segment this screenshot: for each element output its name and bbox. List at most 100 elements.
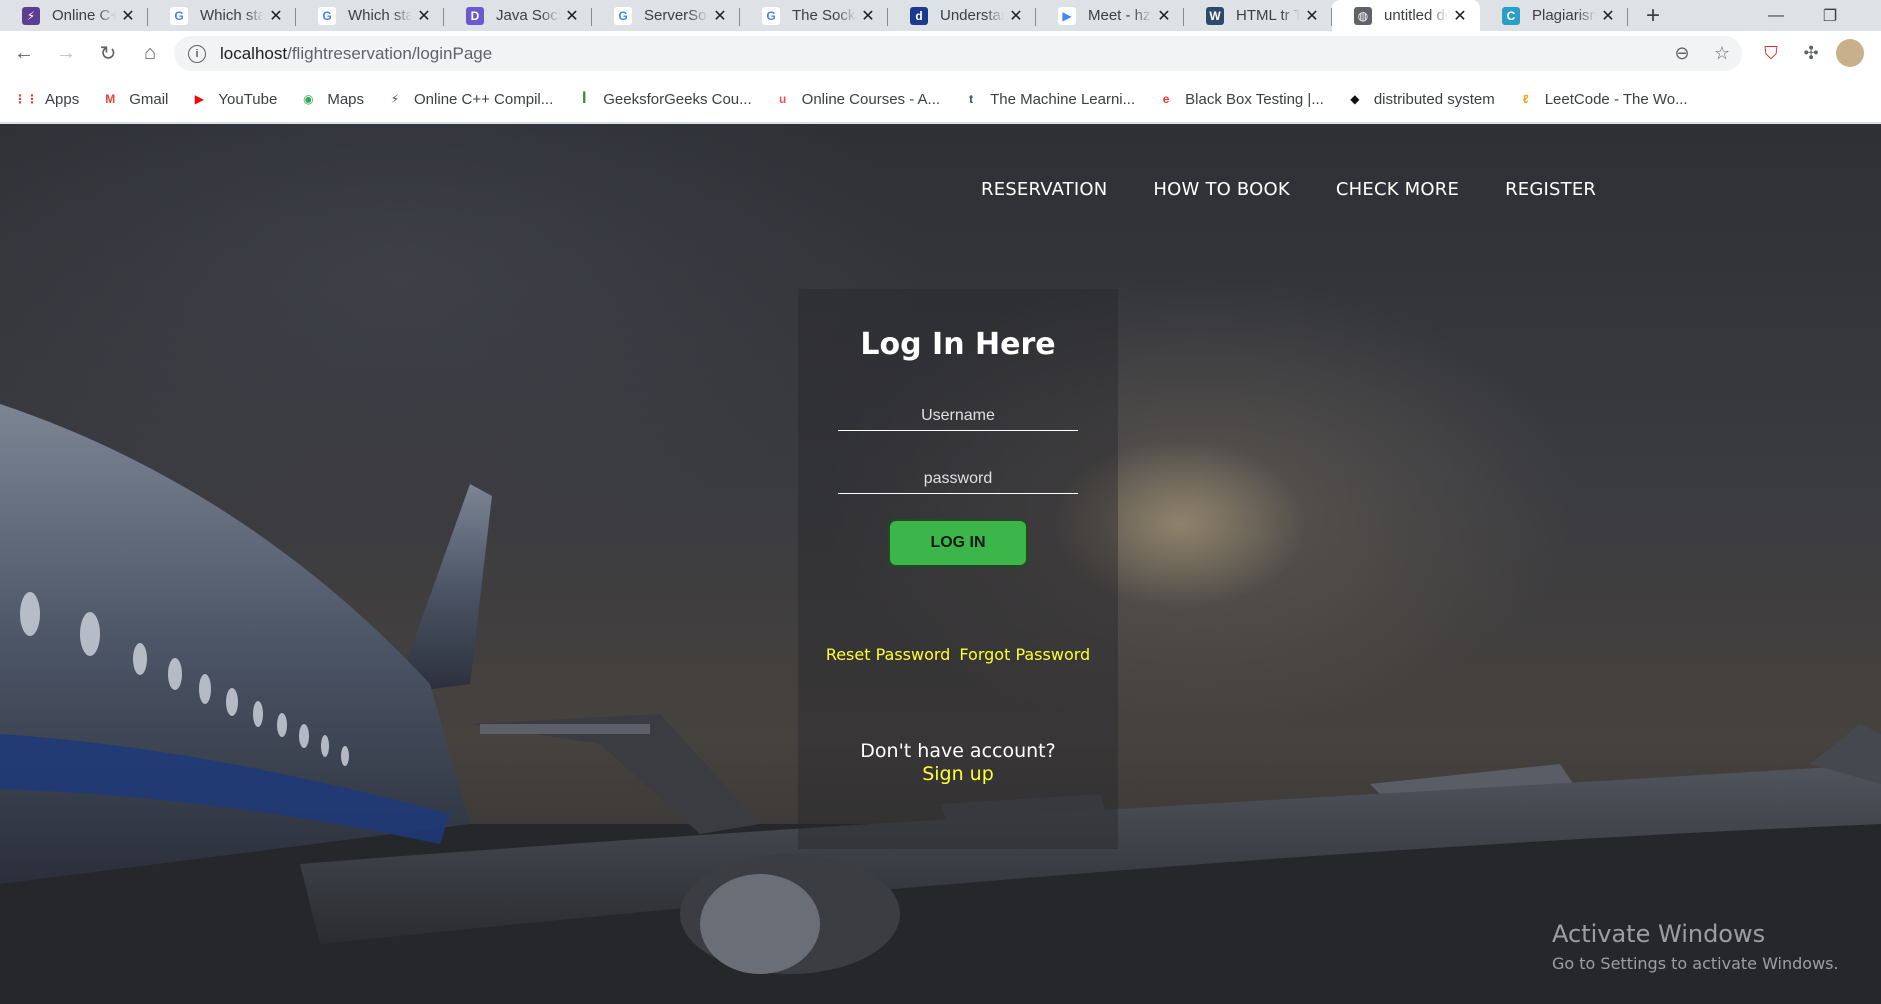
tab-close-icon[interactable]: ✕: [1304, 6, 1320, 26]
nav-how-to-book[interactable]: HOW TO BOOK: [1153, 179, 1289, 200]
tab-favicon-icon: ▶: [1058, 6, 1076, 25]
bookmark-label: The Machine Learni...: [990, 90, 1136, 108]
tab-close-icon[interactable]: ✕: [1452, 6, 1468, 26]
back-arrow-icon[interactable]: ←: [6, 36, 42, 72]
tab-strip: ⚡Online C++ Compiler✕GWhich statement✕GW…: [0, 0, 1881, 31]
bookmarks-bar: ⋮⋮ Apps M Gmail ▶ YouTube ◉ Maps ⚡ Online C++ Com…: [0, 76, 1881, 123]
bookmark-item[interactable]: ⋮⋮ Apps: [14, 90, 80, 108]
bookmark-star-icon[interactable]: ☆: [1702, 43, 1742, 64]
bookmark-item[interactable]: ꟾ GeeksforGeeks Cou...: [575, 90, 752, 108]
tab-close-icon[interactable]: ✕: [712, 6, 728, 26]
tab-title: Java Socket: [496, 7, 560, 24]
code-icon: ◆: [1350, 92, 1360, 106]
page-content: RESERVATION HOW TO BOOK CHECK MORE REGIS…: [0, 124, 1881, 1004]
sign-up-link[interactable]: Sign up: [922, 763, 994, 785]
browser-tab[interactable]: G Which statement✕: [296, 0, 444, 31]
tab-favicon-icon: G: [170, 6, 188, 25]
new-tab-plus-icon[interactable]: +: [1636, 0, 1670, 31]
tab-close-icon[interactable]: ✕: [1008, 6, 1024, 26]
address-bar[interactable]: i localhost/flightreservation/loginPage …: [174, 36, 1742, 71]
bookmark-label: GeeksforGeeks Cou...: [603, 90, 752, 108]
bookmark-label: Black Box Testing |...: [1185, 90, 1324, 108]
reload-icon[interactable]: ↻: [90, 36, 126, 72]
tab-title: Meet - hzy: [1088, 7, 1152, 24]
watermark-subtitle: Go to Settings to activate Windows.: [1552, 954, 1839, 973]
gfg-icon: ꟾ: [582, 92, 587, 106]
nav-check-more[interactable]: CHECK MORE: [1336, 179, 1459, 200]
bookmark-label: distributed system: [1373, 90, 1495, 108]
bookmark-item[interactable]: ⚡ Online C++ Compil...: [386, 90, 553, 108]
tab-close-icon[interactable]: ✕: [1156, 6, 1172, 26]
bookmark-item[interactable]: ◆ distributed system: [1346, 90, 1495, 108]
tab-favicon-icon: G: [762, 6, 780, 25]
leetcode-icon: ℓ: [1522, 92, 1529, 106]
apps-grid-icon: ⋮⋮: [14, 92, 38, 106]
extension-shield-icon[interactable]: ⛉: [1757, 39, 1785, 67]
tab-favicon-icon: C: [1502, 6, 1520, 25]
site-info-icon[interactable]: i: [188, 44, 206, 63]
bookmark-label: Apps: [45, 90, 80, 108]
bookmark-item[interactable]: u Online Courses - A...: [774, 90, 940, 108]
bookmark-item[interactable]: ℓ LeetCode - The Wo...: [1517, 90, 1688, 108]
username-input[interactable]: [838, 401, 1078, 431]
tab-close-icon[interactable]: ✕: [860, 6, 876, 26]
nav-register[interactable]: REGISTER: [1505, 179, 1596, 200]
extensions-puzzle-icon[interactable]: ✣: [1797, 39, 1825, 67]
windows-activation-watermark: Activate Windows Go to Settings to activ…: [1552, 920, 1839, 973]
restore-icon[interactable]: ❐: [1800, 0, 1860, 31]
tab-favicon-icon: G: [318, 6, 336, 25]
bookmark-label: YouTube: [218, 90, 278, 108]
tab-close-icon[interactable]: ✕: [564, 6, 580, 26]
browser-tab[interactable]: D Java Socket✕: [444, 0, 592, 31]
login-title: Log In Here: [860, 327, 1056, 362]
forward-arrow-icon[interactable]: →: [48, 36, 84, 72]
password-input[interactable]: [838, 464, 1078, 494]
tab-title: Online C++ Compiler: [52, 7, 116, 24]
minimize-icon[interactable]: —: [1746, 0, 1806, 31]
browser-tab[interactable]: G Which statement✕: [148, 0, 296, 31]
bookmark-item[interactable]: e Black Box Testing |...: [1157, 90, 1324, 108]
tab-title: Plagiarism: [1532, 7, 1596, 24]
zoom-icon[interactable]: ⊖: [1662, 43, 1702, 64]
tab-favicon-icon: D: [466, 6, 484, 25]
login-panel: Log In Here LOG IN Reset Password Forgot…: [798, 289, 1118, 849]
browser-tab[interactable]: G The Socket✕: [740, 0, 888, 31]
watermark-title: Activate Windows: [1552, 920, 1766, 948]
tds-icon: t: [969, 92, 974, 106]
udemy-icon: u: [778, 92, 787, 106]
bookmark-item[interactable]: ◉ Maps: [299, 90, 364, 108]
bookmark-item[interactable]: t The Machine Learni...: [962, 90, 1135, 108]
tab-close-icon[interactable]: ✕: [120, 6, 136, 26]
signup-prompt: Don't have account? Sign up: [798, 740, 1118, 786]
bookmark-item[interactable]: M Gmail: [101, 90, 168, 108]
main-nav: RESERVATION HOW TO BOOK CHECK MORE REGIS…: [981, 179, 1642, 200]
home-icon[interactable]: ⌂: [132, 36, 168, 72]
tab-favicon-icon: G: [614, 6, 632, 25]
tab-close-icon[interactable]: ✕: [268, 6, 284, 26]
forgot-password-link[interactable]: Forgot Password: [959, 645, 1090, 664]
browser-tab[interactable]: ◍ untitled document✕: [1332, 0, 1480, 31]
tab-title: The Socket: [792, 7, 856, 24]
tab-close-icon[interactable]: ✕: [416, 6, 432, 26]
bookmark-label: Maps: [327, 90, 365, 108]
tab-title: HTML tr Tag: [1236, 7, 1300, 24]
tab-favicon-icon: ◍: [1354, 6, 1372, 25]
browser-tab[interactable]: W HTML tr Tag✕: [1184, 0, 1332, 31]
browser-tab[interactable]: C Plagiarism ✕: [1480, 0, 1628, 31]
bookmark-item[interactable]: ▶ YouTube: [190, 90, 278, 108]
tab-close-icon[interactable]: ✕: [1600, 6, 1616, 26]
browser-tab[interactable]: ⚡ Online C++ Compiler✕: [0, 0, 148, 31]
url-path: /flightreservation/loginPage: [287, 43, 493, 63]
browser-toolbar: ← → ↻ ⌂ i localhost/flightreservation/lo…: [0, 31, 1881, 76]
profile-avatar[interactable]: [1836, 39, 1864, 67]
bolt-icon: ⚡: [390, 92, 400, 106]
guru-icon: e: [1162, 92, 1170, 106]
browser-tab[interactable]: G ServerSocket✕: [592, 0, 740, 31]
login-button[interactable]: LOG IN: [888, 519, 1028, 567]
reset-password-link[interactable]: Reset Password: [826, 645, 951, 664]
no-account-text: Don't have account?: [860, 740, 1056, 762]
browser-tab[interactable]: ▶ Meet - hzy ✕: [1036, 0, 1184, 31]
youtube-icon: ▶: [194, 92, 204, 106]
browser-tab[interactable]: d Understanding✕: [888, 0, 1036, 31]
nav-reservation[interactable]: RESERVATION: [981, 179, 1107, 200]
